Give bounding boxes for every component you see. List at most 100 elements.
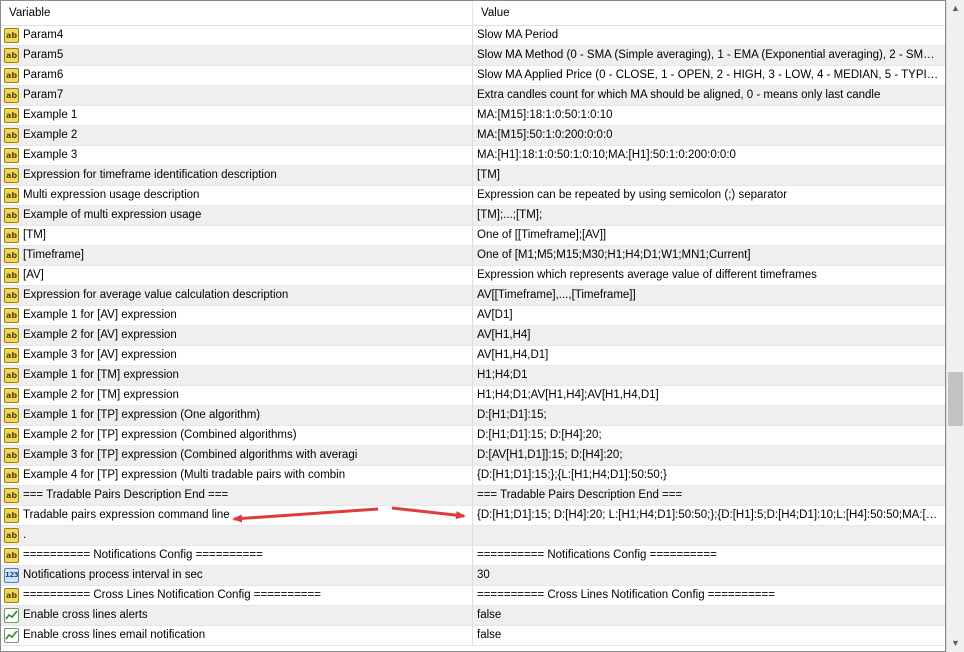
value-cell[interactable]: MA:[M15]:18:1:0:50:1:0:10	[475, 106, 943, 125]
string-type-icon: ab	[4, 588, 19, 603]
value-cell[interactable]: D:[AV[H1,D1]]:15; D:[H4]:20;	[475, 446, 943, 465]
string-type-icon: ab	[4, 348, 19, 363]
value-cell[interactable]: Expression which represents average valu…	[475, 266, 943, 285]
string-type-icon: ab	[4, 228, 19, 243]
table-row[interactable]: ab Example 3 for [TP] expression (Combine…	[1, 446, 945, 466]
variable-name-cell: ========== Notifications Config ========…	[23, 549, 263, 561]
table-row[interactable]: ab Example 1 MA:[M15]:18:1:0:50:1:0:10	[1, 106, 945, 126]
value-cell[interactable]: H1;H4;D1	[475, 366, 943, 385]
value-cell[interactable]: === Tradable Pairs Description End ===	[475, 486, 943, 505]
column-divider	[472, 206, 473, 225]
column-divider	[472, 126, 473, 145]
value-cell[interactable]: Slow MA Method (0 - SMA (Simple averagin…	[475, 46, 943, 65]
table-row[interactable]: ab.	[1, 526, 945, 546]
table-row[interactable]: ab Expression for average value calculati…	[1, 286, 945, 306]
string-type-icon: ab	[4, 288, 19, 303]
table-row[interactable]: ab [AV] Expression which represents averag…	[1, 266, 945, 286]
variable-name-cell: Example 1 for [AV] expression	[23, 309, 177, 321]
value-cell[interactable]: [TM];...;[TM];	[475, 206, 943, 225]
table-row[interactable]: ab ========== Cross Lines Notification Co…	[1, 586, 945, 606]
scroll-up-arrow-icon[interactable]: ▲	[947, 0, 964, 17]
value-cell[interactable]: ========== Notifications Config ========…	[475, 546, 943, 565]
string-type-icon: ab	[4, 68, 19, 83]
value-cell[interactable]: false	[475, 606, 943, 625]
value-cell[interactable]: D:[H1;D1]:15; D:[H4]:20;	[475, 426, 943, 445]
table-row[interactable]: ab === Tradable Pairs Description End ===…	[1, 486, 945, 506]
table-row[interactable]: ab [Timeframe] One of [M1;M5;M15;M30;H1;H4…	[1, 246, 945, 266]
variable-column-header[interactable]: Variable	[1, 1, 473, 25]
value-cell[interactable]: AV[H1,H4,D1]	[475, 346, 943, 365]
scroll-down-arrow-icon[interactable]: ▼	[947, 635, 964, 652]
value-cell[interactable]	[475, 526, 943, 545]
table-row[interactable]: ab Example 1 for [AV] expression AV[D1]	[1, 306, 945, 326]
variable-name-cell: Example 2 for [TP] expression (Combined …	[23, 429, 297, 441]
value-cell[interactable]: false	[475, 626, 943, 645]
table-row[interactable]: ab [TM] One of [[Timeframe];[AV]]	[1, 226, 945, 246]
value-cell[interactable]: One of [[Timeframe];[AV]]	[475, 226, 943, 245]
string-type-icon: ab	[4, 268, 19, 283]
value-cell[interactable]: MA:[M15]:50:1:0:200:0:0:0	[475, 126, 943, 145]
table-row[interactable]: ab Param4 Slow MA Period	[1, 26, 945, 46]
table-row[interactable]: ab Param7 Extra candles count for which MA…	[1, 86, 945, 106]
string-type-icon: ab	[4, 468, 19, 483]
table-row[interactable]: ab Example 2 for [TM] expression H1;H4;D1;…	[1, 386, 945, 406]
variable-name-cell: Multi expression usage description	[23, 189, 200, 201]
table-row[interactable]: ab Multi expression usage description Expr…	[1, 186, 945, 206]
string-type-icon: ab	[4, 148, 19, 163]
table-row[interactable]: ab Example 1 for [TM] expression H1;H4;D1	[1, 366, 945, 386]
value-cell[interactable]: Slow MA Period	[475, 26, 943, 45]
value-cell[interactable]: {D:[H1;D1]:15;};{L:[H1;H4;D1]:50:50;}	[475, 466, 943, 485]
value-cell[interactable]: [TM]	[475, 166, 943, 185]
variable-name-cell: Param7	[23, 89, 64, 101]
boolean-type-icon	[4, 628, 19, 643]
string-type-icon: ab	[4, 248, 19, 263]
value-column-header[interactable]: Value	[473, 1, 945, 25]
column-divider	[472, 446, 473, 465]
value-cell[interactable]: AV[H1,H4]	[475, 326, 943, 345]
table-row[interactable]: 123 Notifications process interval in sec…	[1, 566, 945, 586]
table-row[interactable]: ab Param5 Slow MA Method (0 - SMA (Simple …	[1, 46, 945, 66]
table-row[interactable]: ab Example 3 for [AV] expression AV[H1,H4,…	[1, 346, 945, 366]
table-row[interactable]: Enable cross lines alerts false	[1, 606, 945, 626]
parameters-grid: Variable Value ab Param4 Slow MA Period ab P…	[0, 0, 946, 652]
value-cell[interactable]: One of [M1;M5;M15;M30;H1;H4;D1;W1;MN1;Cu…	[475, 246, 943, 265]
table-row[interactable]: ab Example 1 for [TP] expression (One alg…	[1, 406, 945, 426]
string-type-icon: ab	[4, 428, 19, 443]
string-type-icon: ab	[4, 188, 19, 203]
table-row[interactable]: ab ========== Notifications Config ======…	[1, 546, 945, 566]
value-cell[interactable]: Expression can be repeated by using semi…	[475, 186, 943, 205]
value-cell[interactable]: MA:[H1]:18:1:0:50:1:0:10;MA:[H1]:50:1:0:…	[475, 146, 943, 165]
table-row[interactable]: ab Param6 Slow MA Applied Price (0 - CLOSE…	[1, 66, 945, 86]
table-row[interactable]: ab Example 2 for [TP] expression (Combine…	[1, 426, 945, 446]
table-row[interactable]: ab Example 2 for [AV] expression AV[H1,H4]	[1, 326, 945, 346]
value-cell[interactable]: 30	[475, 566, 943, 585]
column-divider	[472, 586, 473, 605]
variable-name-cell: Enable cross lines email notification	[23, 629, 206, 641]
value-cell[interactable]: ========== Cross Lines Notification Conf…	[475, 586, 943, 605]
table-row[interactable]: ab Expression for timeframe identificatio…	[1, 166, 945, 186]
value-cell[interactable]: H1;H4;D1;AV[H1,H4];AV[H1,H4,D1]	[475, 386, 943, 405]
scroll-thumb[interactable]	[948, 372, 963, 426]
variable-name-cell: [AV]	[23, 269, 44, 281]
variable-name-cell: Example 1	[23, 109, 78, 121]
table-row[interactable]: Enable cross lines email notification fal…	[1, 626, 945, 646]
value-cell[interactable]: AV[[Timeframe],...,[Timeframe]]	[475, 286, 943, 305]
table-row[interactable]: ab Example 2 MA:[M15]:50:1:0:200:0:0:0	[1, 126, 945, 146]
value-cell[interactable]: D:[H1;D1]:15;	[475, 406, 943, 425]
value-cell[interactable]: Slow MA Applied Price (0 - CLOSE, 1 - OP…	[475, 66, 943, 85]
table-row[interactable]: ab Example of multi expression usage [TM];…	[1, 206, 945, 226]
column-divider	[472, 66, 473, 85]
variable-name-cell: Tradable pairs expression command line	[23, 509, 230, 521]
value-cell[interactable]: Extra candles count for which MA should …	[475, 86, 943, 105]
vertical-scrollbar[interactable]: ▲ ▼	[946, 0, 964, 652]
column-divider	[472, 226, 473, 245]
value-cell[interactable]: {D:[H1;D1]:15; D:[H4]:20; L:[H1;H4;D1]:5…	[475, 506, 943, 525]
table-row[interactable]: ab Example 4 for [TP] expression (Multi t…	[1, 466, 945, 486]
string-type-icon: ab	[4, 448, 19, 463]
column-divider	[472, 626, 473, 645]
table-row[interactable]: ab Example 3 MA:[H1]:18:1:0:50:1:0:10;MA:[…	[1, 146, 945, 166]
column-divider	[472, 86, 473, 105]
value-cell[interactable]: AV[D1]	[475, 306, 943, 325]
string-type-icon: ab	[4, 208, 19, 223]
table-row[interactable]: ab Tradable pairs expression command line…	[1, 506, 945, 526]
